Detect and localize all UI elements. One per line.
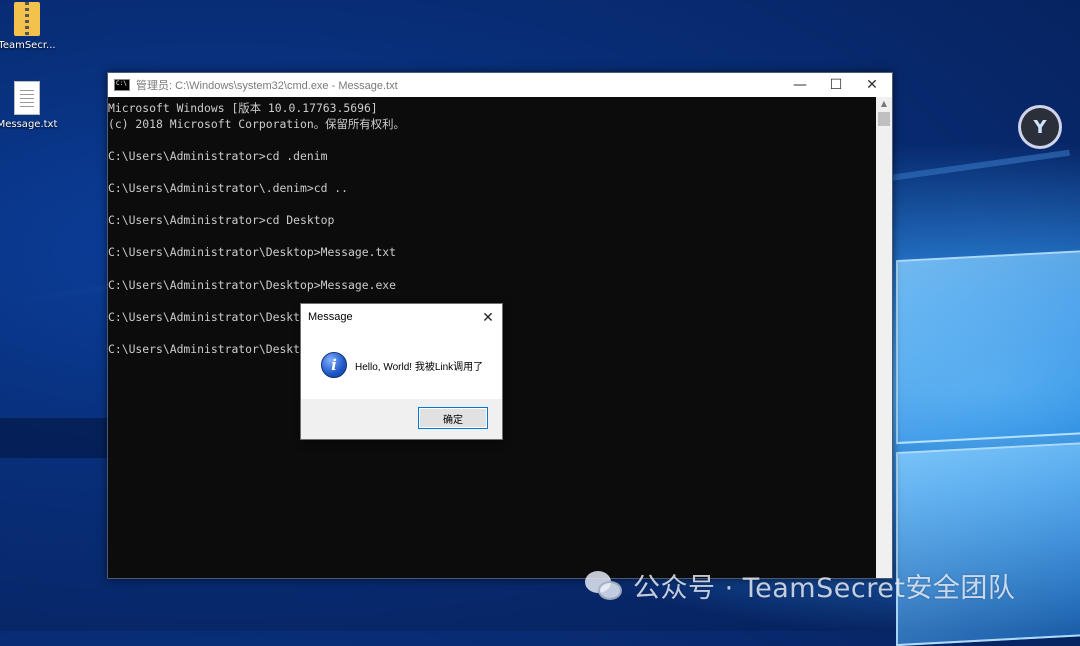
cmd-line [108, 132, 876, 148]
cmd-titlebar[interactable]: 管理员: C:\Windows\system32\cmd.exe - Messa… [108, 73, 892, 97]
text-file-icon [14, 81, 40, 115]
cmd-line: (c) 2018 Microsoft Corporation。保留所有权利。 [108, 117, 405, 132]
app-logo-icon[interactable]: Y [1021, 108, 1059, 146]
dialog-titlebar[interactable]: Message ✕ [301, 304, 502, 330]
wallpaper-window-pane-lower [896, 441, 1080, 646]
maximize-button[interactable]: ☐ [818, 73, 854, 97]
cmd-app-icon [114, 79, 130, 91]
dialog-title: Message [308, 311, 353, 323]
cmd-line: C:\Users\Administrator\.denim>cd .. [108, 181, 349, 196]
dialog-body: i Hello, World! 我被Link调用了 [301, 330, 502, 400]
cmd-line: Microsoft Windows [版本 10.0.17763.5696] [108, 101, 378, 115]
wallpaper-window-pane-upper [896, 249, 1080, 445]
cmd-line [108, 260, 876, 276]
message-dialog: Message ✕ i Hello, World! 我被Link调用了 确定 [300, 303, 503, 440]
dialog-close-button[interactable]: ✕ [478, 307, 498, 327]
wechat-icon [585, 569, 625, 603]
minimize-button[interactable]: — [782, 73, 818, 97]
cmd-line [108, 228, 876, 244]
cmd-line: C:\Users\Administrator\Desktop>Message.t… [108, 245, 397, 260]
watermark: 公众号 · TeamSecret安全团队 [585, 566, 1015, 605]
cmd-line [108, 164, 876, 180]
dialog-message: Hello, World! 我被Link调用了 [355, 361, 484, 373]
desktop-icon-message-txt[interactable]: Message.txt [0, 81, 62, 130]
cmd-line: C:\Users\Administrator\Desktop>Message.e… [108, 277, 397, 292]
cmd-line: C:\Users\Administrator>cd .denim [108, 149, 328, 164]
zip-folder-icon [14, 2, 40, 36]
cmd-scrollbar[interactable]: ▲ [876, 97, 892, 578]
desktop-icon-teamsecret[interactable]: TeamSecr... [0, 2, 62, 51]
desktop-icon-label: TeamSecr... [0, 40, 56, 51]
scroll-up-arrow-icon[interactable]: ▲ [876, 97, 892, 111]
dialog-footer: 确定 [301, 399, 502, 439]
ok-button[interactable]: 确定 [418, 407, 488, 429]
watermark-text: 公众号 · TeamSecret安全团队 [633, 573, 1016, 604]
scrollbar-thumb[interactable] [878, 112, 890, 126]
close-button[interactable]: ✕ [854, 73, 890, 97]
cmd-line [108, 196, 876, 212]
desktop-icon-label: Message.txt [0, 119, 58, 130]
cmd-window-title: 管理员: C:\Windows\system32\cmd.exe - Messa… [136, 80, 398, 92]
wallpaper-shadow [0, 418, 108, 458]
cmd-line: C:\Users\Administrator>cd Desktop [108, 213, 335, 228]
info-icon: i [321, 352, 347, 378]
